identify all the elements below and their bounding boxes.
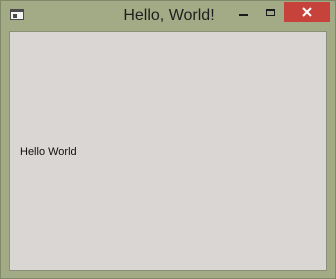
minimize-button[interactable] (230, 2, 256, 22)
hello-label: Hello World (20, 146, 77, 158)
close-button[interactable] (284, 2, 330, 22)
maximize-icon (265, 8, 275, 16)
app-window: Hello, World! Hello World (0, 0, 336, 279)
close-icon (302, 7, 312, 17)
minimize-icon (238, 14, 248, 16)
title-bar[interactable]: Hello, World! (1, 1, 335, 31)
client-area: Hello World (9, 31, 327, 271)
maximize-button[interactable] (257, 2, 283, 22)
